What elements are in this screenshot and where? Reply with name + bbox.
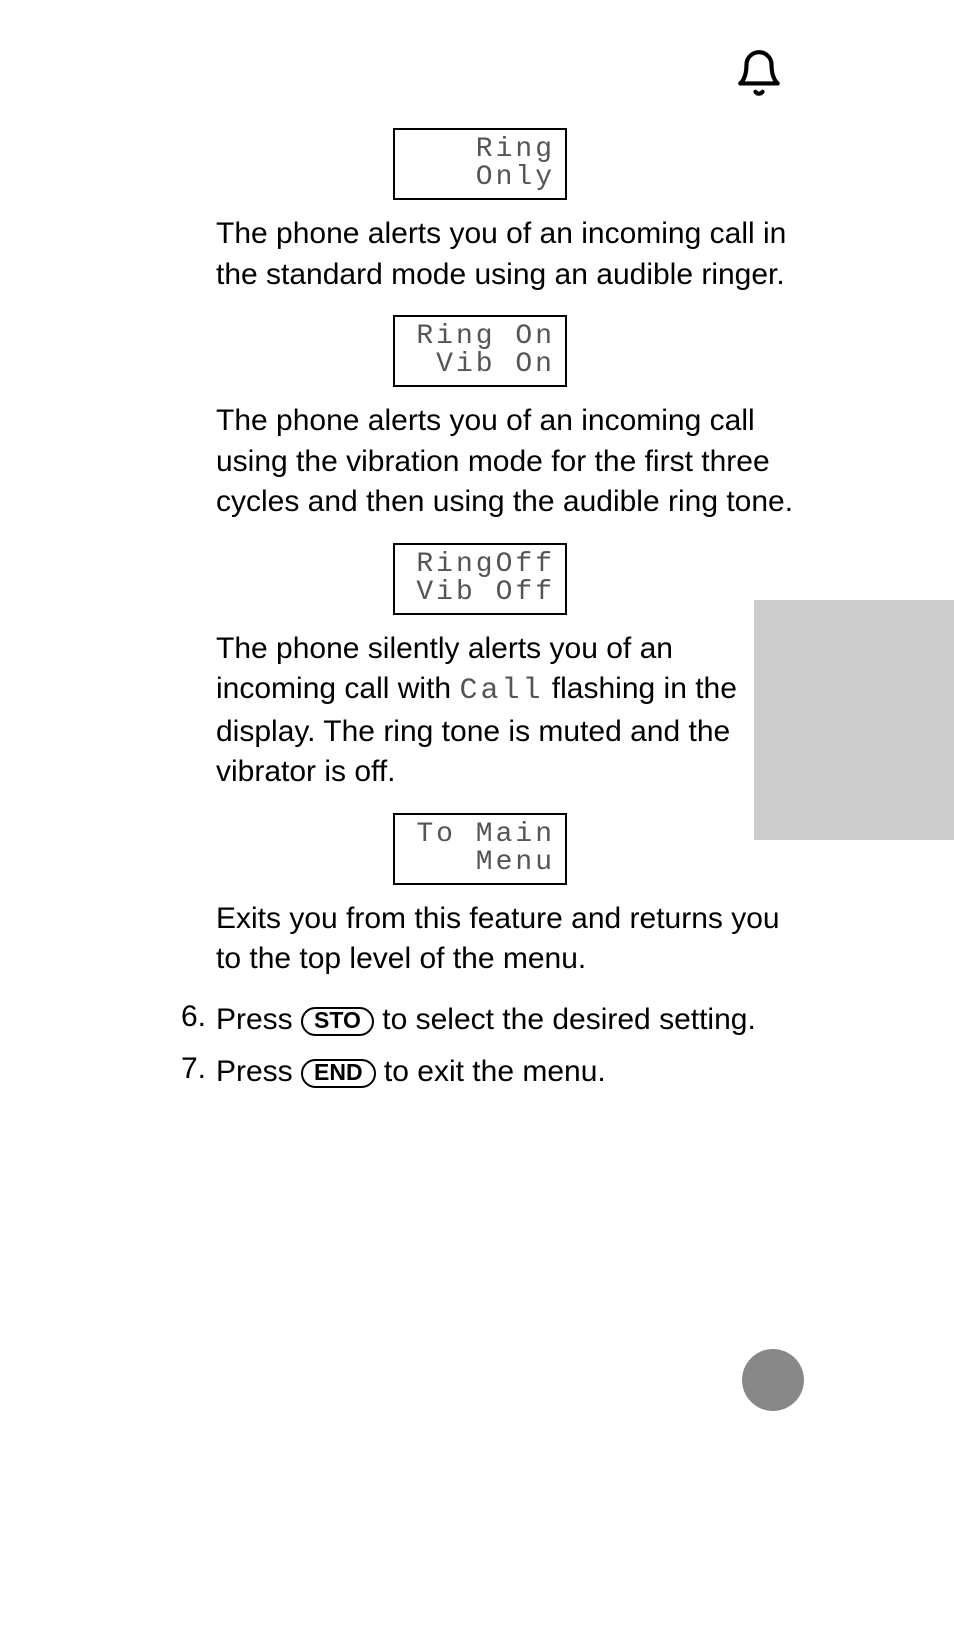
lcd-ring-off-vib-off: RingOff Vib Off <box>393 543 567 615</box>
inline-lcd-call: Call <box>459 674 543 708</box>
lcd-to-main-menu: To Main Menu <box>393 813 567 885</box>
page-content: Ring Only The phone alerts you of an inc… <box>160 120 800 1105</box>
step-post: to select the desired setting. <box>374 1003 756 1036</box>
step-number: 6. <box>160 1000 216 1041</box>
lcd-line: Vib On <box>405 351 555 379</box>
step-text: Press STO to select the desired setting. <box>216 1000 800 1041</box>
lcd-line: Ring <box>405 136 555 164</box>
desc-ring-only: The phone alerts you of an incoming call… <box>216 214 800 295</box>
desc-ring-off-vib-off: The phone silently alerts you of an inco… <box>216 629 800 793</box>
desc-to-main-menu: Exits you from this feature and returns … <box>216 899 800 980</box>
lcd-line: Only <box>405 164 555 192</box>
lcd-line: To Main <box>405 821 555 849</box>
step-pre: Press <box>216 1055 301 1088</box>
step-6: 6. Press STO to select the desired setti… <box>160 1000 800 1041</box>
bell-icon <box>734 48 784 103</box>
step-text: Press END to exit the menu. <box>216 1052 800 1093</box>
lcd-line: Menu <box>405 849 555 877</box>
keycap-end: END <box>301 1059 376 1088</box>
lcd-ring-only: Ring Only <box>393 128 567 200</box>
lcd-ring-on-vib-on: Ring On Vib On <box>393 315 567 387</box>
lcd-line: Ring On <box>405 323 555 351</box>
desc-ring-on-vib-on: The phone alerts you of an incoming call… <box>216 401 800 523</box>
keycap-sto: STO <box>301 1007 374 1036</box>
lcd-line: RingOff <box>405 551 555 579</box>
step-7: 7. Press END to exit the menu. <box>160 1052 800 1093</box>
lcd-line: Vib Off <box>405 579 555 607</box>
step-number: 7. <box>160 1052 216 1093</box>
step-pre: Press <box>216 1003 301 1036</box>
page-marker-dot <box>742 1349 804 1411</box>
step-post: to exit the menu. <box>376 1055 606 1088</box>
